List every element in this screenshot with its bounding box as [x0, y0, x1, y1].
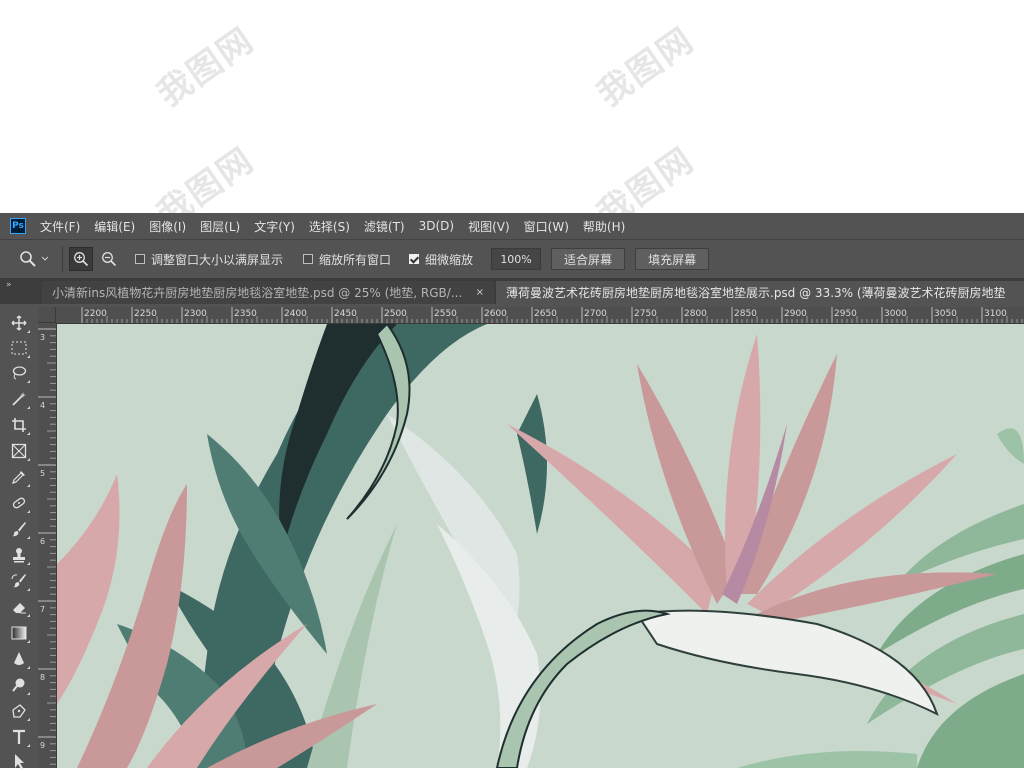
ruler-label: 2600: [484, 309, 507, 319]
ruler-label: 7: [40, 605, 45, 614]
tool-preset-picker[interactable]: [12, 250, 56, 268]
blur-icon[interactable]: [8, 648, 30, 670]
checkbox-label: 调整窗口大小以满屏显示: [151, 252, 284, 267]
photoshop-logo: Ps: [10, 218, 26, 234]
ruler-label: 2950: [834, 309, 857, 319]
menu-3d[interactable]: 3D(D): [419, 219, 454, 233]
checkbox-label: 细微缩放: [425, 252, 474, 267]
ruler-label: 2700: [584, 309, 607, 319]
document-tab-active[interactable]: 薄荷曼波艺术花砖厨房地垫厨房地毯浴室地垫展示.psd @ 33.3% (薄荷曼波…: [496, 281, 1024, 304]
document-tab-bar: » 小清新ins风植物花卉厨房地垫厨房地毯浴室地垫.psd @ 25% (地垫,…: [0, 278, 1024, 304]
menu-view[interactable]: 视图(V): [468, 218, 510, 235]
ruler-corner: [38, 307, 56, 323]
ruler-label: 6: [40, 537, 45, 546]
magic-wand-icon[interactable]: [8, 388, 30, 410]
brush-icon[interactable]: [8, 518, 30, 540]
zoom-icon: [20, 251, 36, 267]
zoom-out-icon: [102, 252, 117, 267]
ruler-label: 2200: [84, 309, 107, 319]
menu-bar: Ps 文件(F) 编辑(E) 图像(I) 图层(L) 文字(Y) 选择(S) 滤…: [0, 213, 1024, 239]
healing-icon[interactable]: [8, 492, 30, 514]
divider: [62, 246, 63, 272]
chevron-down-icon: [41, 256, 49, 261]
ruler-label: 3050: [934, 309, 957, 319]
tools-panel: [0, 304, 38, 769]
move-icon[interactable]: [8, 312, 30, 334]
scrubby-zoom-checkbox[interactable]: 细微缩放: [409, 251, 473, 268]
checkbox-label: 缩放所有窗口: [319, 252, 392, 267]
fill-screen-button[interactable]: 填充屏幕: [635, 248, 710, 270]
ruler-label: 2750: [634, 309, 657, 319]
horizontal-ruler[interactable]: 2200 2250 2300 2350 2400 2450 2500 2550 2600 2650…: [56, 307, 1024, 324]
document-canvas[interactable]: [57, 324, 1024, 768]
ruler-label: 2450: [334, 309, 357, 319]
eyedropper-icon[interactable]: [8, 466, 30, 488]
menu-type[interactable]: 文字(Y): [254, 218, 295, 235]
marquee-icon[interactable]: [8, 337, 30, 359]
fit-screen-button[interactable]: 适合屏幕: [551, 248, 626, 270]
close-icon[interactable]: ×: [476, 287, 484, 298]
ruler-label: 5: [40, 469, 45, 478]
tab-title: 小清新ins风植物花卉厨房地垫厨房地毯浴室地垫.psd @ 25% (地垫, R…: [52, 286, 463, 300]
ruler-label: 2350: [234, 309, 257, 319]
menu-window[interactable]: 窗口(W): [524, 218, 569, 235]
ruler-label: 2400: [284, 309, 307, 319]
ruler-label: 4: [40, 401, 45, 410]
ruler-label: 2900: [784, 309, 807, 319]
eraser-icon[interactable]: [8, 596, 30, 618]
stamp-icon[interactable]: [8, 544, 30, 566]
ruler-label: 2550: [434, 309, 457, 319]
checkbox-box[interactable]: [303, 254, 314, 264]
ruler-label: 3000: [884, 309, 907, 319]
tropical-leaf-artwork: [57, 324, 1024, 768]
tab-title: 薄荷曼波艺术花砖厨房地垫厨房地毯浴室地垫展示.psd @ 33.3% (薄荷曼波…: [506, 286, 1006, 300]
menu-filter[interactable]: 滤镜(T): [364, 218, 405, 235]
type-icon[interactable]: [8, 726, 30, 748]
menu-select[interactable]: 选择(S): [309, 218, 350, 235]
options-bar: 调整窗口大小以满屏显示 缩放所有窗口 细微缩放 100% 适合屏幕 填充屏幕: [0, 239, 1024, 279]
menu-edit[interactable]: 编辑(E): [94, 218, 135, 235]
zoom-in-icon: [74, 252, 89, 267]
lasso-icon[interactable]: [8, 362, 30, 384]
ruler-label: 8: [40, 673, 45, 682]
ruler-label: 3100: [984, 309, 1007, 319]
ruler-label: 3: [40, 333, 45, 342]
checkbox-box[interactable]: [409, 254, 420, 264]
photoshop-window: Ps 文件(F) 编辑(E) 图像(I) 图层(L) 文字(Y) 选择(S) 滤…: [0, 213, 1024, 769]
zoom-in-button[interactable]: [69, 247, 93, 271]
ruler-label: 9: [40, 741, 45, 750]
menu-layer[interactable]: 图层(L): [200, 218, 240, 235]
dodge-icon[interactable]: [8, 674, 30, 696]
crop-icon[interactable]: [8, 414, 30, 436]
ruler-label: 2650: [534, 309, 557, 319]
zoom-percentage-field[interactable]: 100%: [491, 248, 542, 270]
ruler-label: 2500: [384, 309, 407, 319]
resize-windows-checkbox[interactable]: 调整窗口大小以满屏显示: [135, 251, 283, 268]
menu-help[interactable]: 帮助(H): [583, 218, 625, 235]
gradient-icon[interactable]: [8, 622, 30, 644]
pen-icon[interactable]: [8, 700, 30, 722]
vertical-ruler[interactable]: 3 4 5 6 7 8 9: [38, 323, 57, 768]
document-tab[interactable]: 小清新ins风植物花卉厨房地垫厨房地毯浴室地垫.psd @ 25% (地垫, R…: [42, 281, 494, 304]
menu-image[interactable]: 图像(I): [149, 218, 186, 235]
page-background: [0, 0, 1024, 213]
checkbox-box[interactable]: [135, 254, 145, 264]
frame-icon[interactable]: [8, 440, 30, 462]
zoom-all-windows-checkbox[interactable]: 缩放所有窗口: [303, 251, 391, 268]
collapse-panel-icon[interactable]: »: [6, 280, 12, 290]
menu-file[interactable]: 文件(F): [40, 218, 80, 235]
history-brush-icon[interactable]: [8, 570, 30, 592]
ruler-label: 2800: [684, 309, 707, 319]
ruler-label: 2300: [184, 309, 207, 319]
zoom-out-button[interactable]: [97, 247, 121, 271]
ruler-label: 2850: [734, 309, 757, 319]
path-select-icon[interactable]: [8, 750, 30, 772]
ruler-label: 2250: [134, 309, 157, 319]
